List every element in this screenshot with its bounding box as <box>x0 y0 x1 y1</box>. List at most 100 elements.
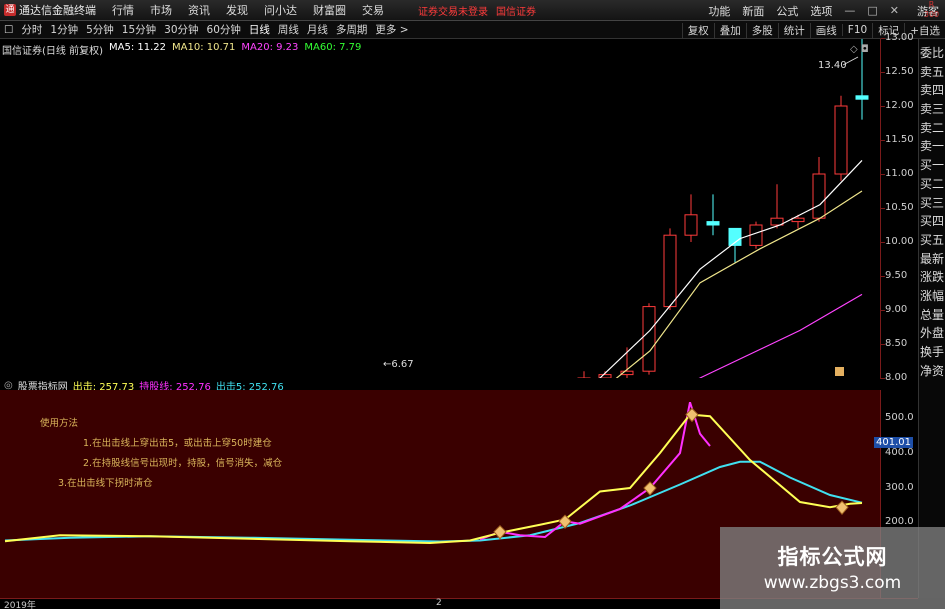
candle-body[interactable] <box>791 217 805 223</box>
side-panel-item[interactable]: 外盘 <box>919 326 945 342</box>
trade-login-warning[interactable]: 证券交易未登录 <box>414 3 492 18</box>
side-panel-item[interactable]: 涨幅 <box>919 289 945 305</box>
candle-body[interactable] <box>706 221 720 226</box>
checkbox-icon[interactable]: ☐ <box>0 24 17 36</box>
side-panel-item[interactable]: 换手 <box>919 345 945 361</box>
side-panel-item[interactable]: 买一 <box>919 158 945 174</box>
menu-item-ask[interactable]: 问小达 <box>256 2 305 18</box>
usage-notes: 使用方法 1.在出击线上穿出击5，或出击上穿50时建仓 2.在持股线信号出现时，… <box>40 414 282 494</box>
menu-item-options[interactable]: 选项 <box>804 3 838 19</box>
usage-rule-3: 3.在出击线下拐时清仓 <box>58 478 153 489</box>
tool-stats[interactable]: 统计 <box>777 22 810 38</box>
price-axis-label: 10.50 <box>885 202 914 213</box>
menu-item-formula[interactable]: 公式 <box>770 3 804 19</box>
candle-body[interactable] <box>663 234 677 308</box>
price-axis-label: 9.00 <box>885 304 908 315</box>
quote-side-panel[interactable]: 委比卖五卖四卖三卖二卖一买一买二买三买四买五最新涨跌涨幅总量外盘换手净资收益 <box>918 39 945 396</box>
menu-item-markets[interactable]: 市场 <box>142 2 180 18</box>
side-panel-item[interactable]: 卖三 <box>919 102 945 118</box>
menu-item-function[interactable]: 功能 <box>702 3 736 19</box>
xaxis-mid: 2 <box>436 598 442 608</box>
candlestick-chart[interactable]: 13.40 ←6.67 ◇ ◘ <box>0 39 880 379</box>
side-panel-item[interactable]: 买三 <box>919 196 945 212</box>
side-panel-item[interactable]: 买五 <box>919 233 945 249</box>
watermark: 指标公式网 www.zbgs3.com <box>720 527 945 609</box>
menu-bar: 通 通达信金融终端 行情 市场 资讯 发现 问小达 财富圈 交易 证券交易未登录… <box>0 0 945 21</box>
tool-draw[interactable]: 画线 <box>809 22 842 38</box>
tool-f10[interactable]: F10 <box>841 24 872 36</box>
price-axis-label: 12.50 <box>885 66 914 77</box>
menu-item-trade[interactable]: 交易 <box>354 2 392 18</box>
period-tab-multi[interactable]: 多周期 <box>332 22 372 37</box>
price-axis-label: 8.00 <box>885 372 908 383</box>
indicator-settings-icon[interactable]: ◎ <box>4 380 13 391</box>
period-tab-daily[interactable]: 日线 <box>245 22 274 37</box>
side-panel-item[interactable]: 卖二 <box>919 121 945 137</box>
legend-ma5: MA5: 11.22 <box>108 42 166 53</box>
signal-marker-icon <box>835 500 849 516</box>
usage-rule-2: 2.在持股线信号出现时，持股，信号消失，减仓 <box>83 458 283 469</box>
side-panel-item[interactable]: 净资 <box>919 364 945 380</box>
event-marker-icon[interactable] <box>835 367 844 376</box>
side-top-label: R 300 <box>923 0 940 19</box>
legend-ma60: MA60: 7.79 <box>304 42 362 53</box>
side-panel-item[interactable]: 总量 <box>919 308 945 324</box>
chart-settings-icon[interactable]: ◇ ◘ <box>850 44 869 55</box>
price-axis: 13.00 12.50 12.00 11.50 11.00 10.50 10.00 9.50 9… <box>880 32 918 451</box>
side-panel-item[interactable]: 卖五 <box>919 65 945 81</box>
menu-item-layout[interactable]: 新面 <box>736 3 770 19</box>
broker-label[interactable]: 国信证券 <box>492 3 540 18</box>
close-icon[interactable]: ✕ <box>884 4 905 17</box>
xaxis-start: 2019年 <box>4 601 36 609</box>
candle-body[interactable] <box>642 306 656 372</box>
current-value-tag: 401.01 <box>874 437 913 448</box>
low-price-label: ←6.67 <box>383 359 414 370</box>
side-panel-item[interactable]: 涨跌 <box>919 270 945 286</box>
price-axis-label: 10.00 <box>885 236 914 247</box>
legend-ma20: MA20: 9.23 <box>241 42 299 53</box>
side-panel-item[interactable]: 买二 <box>919 177 945 193</box>
candle-body[interactable] <box>684 214 698 236</box>
candle-body[interactable] <box>834 105 848 175</box>
low-price-value: 6.67 <box>391 359 413 370</box>
period-tab-monthly[interactable]: 月线 <box>303 22 332 37</box>
indicator-axis-label: 200.0 <box>885 516 914 527</box>
price-axis-label: 13.00 <box>885 32 914 43</box>
indicator-axis-label: 500.0 <box>885 412 914 423</box>
menu-item-market[interactable]: 行情 <box>104 2 142 18</box>
period-tab-30min[interactable]: 30分钟 <box>160 22 202 37</box>
tool-adjust[interactable]: 复权 <box>681 22 714 38</box>
signal-marker-icon <box>493 525 507 540</box>
price-axis-label: 8.50 <box>885 338 908 349</box>
period-tab-weekly[interactable]: 周线 <box>274 22 303 37</box>
period-tab-60min[interactable]: 60分钟 <box>203 22 245 37</box>
price-axis-label: 11.00 <box>885 168 914 179</box>
period-tab-1min[interactable]: 1分钟 <box>46 22 82 37</box>
menu-item-discover[interactable]: 发现 <box>218 2 256 18</box>
period-tab-intraday[interactable]: 分时 <box>17 22 46 37</box>
candle-body[interactable] <box>855 95 869 100</box>
candle-body[interactable] <box>812 173 826 219</box>
side-panel-item[interactable]: 委比 <box>919 46 945 62</box>
menu-item-news[interactable]: 资讯 <box>180 2 218 18</box>
side-panel-item[interactable]: 卖四 <box>919 83 945 99</box>
ma10-line <box>614 190 863 379</box>
indicator-axis-label: 400.0 <box>885 447 914 458</box>
period-tab-5min[interactable]: 5分钟 <box>82 22 118 37</box>
side-panel-item[interactable]: 最新 <box>919 252 945 268</box>
tool-multi-stock[interactable]: 多股 <box>745 22 778 38</box>
minimize-icon[interactable]: — <box>838 4 861 17</box>
menu-item-wealth[interactable]: 财富圈 <box>305 2 354 18</box>
usage-title: 使用方法 <box>40 418 79 429</box>
ma5-line <box>596 159 863 379</box>
side-panel-item[interactable]: 卖一 <box>919 139 945 155</box>
tool-overlay[interactable]: 叠加 <box>713 22 746 38</box>
period-tab-15min[interactable]: 15分钟 <box>118 22 160 37</box>
period-tab-more[interactable]: 更多 > <box>371 22 412 37</box>
app-logo: 通 通达信金融终端 <box>0 2 104 18</box>
app-logo-icon: 通 <box>4 4 16 16</box>
low-price-arrow-icon: ← <box>383 359 391 370</box>
high-price-label: 13.40 <box>818 60 847 71</box>
maximize-icon[interactable]: □ <box>861 4 883 17</box>
side-panel-item[interactable]: 买四 <box>919 214 945 230</box>
